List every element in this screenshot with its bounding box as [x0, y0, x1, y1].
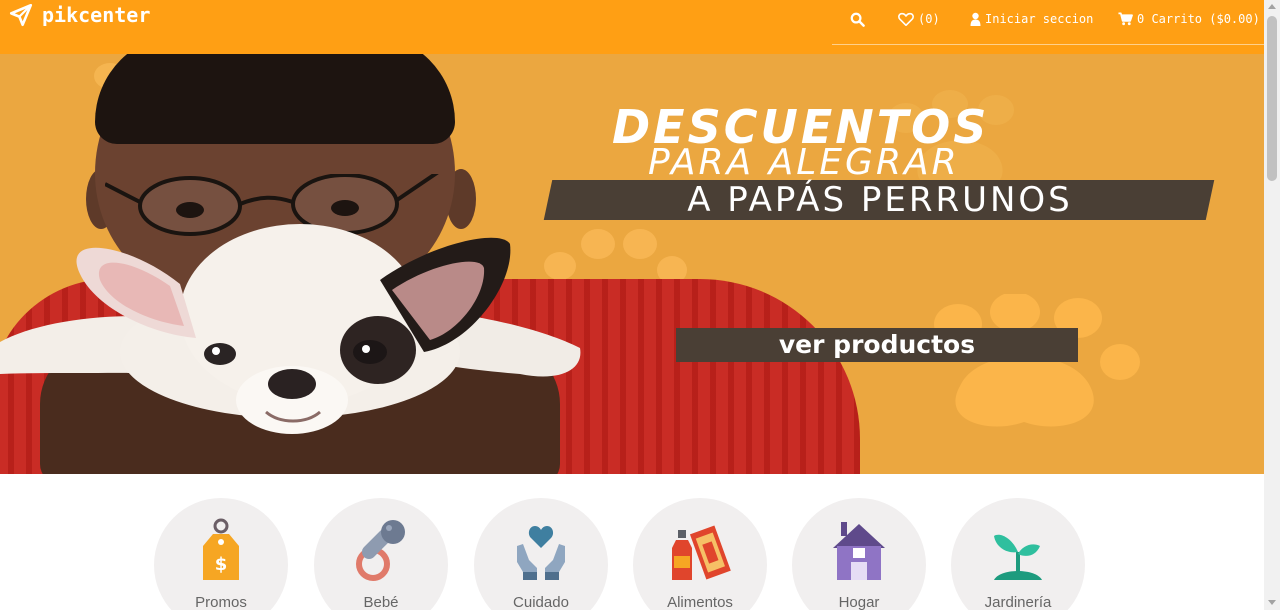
- category-label: Cuidado: [513, 594, 569, 610]
- pacifier-icon: [353, 518, 409, 587]
- category-alimentos[interactable]: Alimentos: [633, 498, 767, 610]
- hero-headline-tertiary: A PAPÁS PERRUNOS: [687, 180, 1073, 220]
- category-promos[interactable]: $ Promos: [154, 498, 288, 610]
- category-jardineria[interactable]: Jardinería: [951, 498, 1085, 610]
- category-hogar[interactable]: Hogar: [792, 498, 926, 610]
- scroll-up-arrow[interactable]: [1268, 4, 1276, 9]
- food-icon: [668, 518, 732, 587]
- heart-hands-icon: [513, 518, 569, 587]
- category-label: Promos: [195, 594, 247, 610]
- model-hair: [95, 54, 455, 144]
- cart-label: 0 Carrito ($0.00): [1137, 12, 1260, 26]
- paper-plane-icon: [8, 2, 34, 28]
- category-label: Alimentos: [667, 594, 733, 610]
- scrollbar-thumb[interactable]: [1267, 16, 1277, 181]
- navbar: pikcenter (0) Iniciar seccion 0 Carrito …: [0, 0, 1264, 54]
- category-label: Bebé: [363, 594, 399, 610]
- svg-text:$: $: [215, 554, 228, 575]
- sprout-icon: [990, 518, 1046, 587]
- nav-right: (0) Iniciar seccion 0 Carrito ($0.00): [832, 0, 1264, 45]
- search-icon: [850, 12, 865, 27]
- house-icon: [831, 518, 887, 587]
- category-label: Hogar: [838, 594, 880, 610]
- page: pikcenter (0) Iniciar seccion 0 Carrito …: [0, 0, 1280, 610]
- wishlist-count: (0): [918, 12, 940, 26]
- category-bebe[interactable]: Bebé: [314, 498, 448, 610]
- category-label: Jardinería: [984, 594, 1052, 610]
- ver-productos-button[interactable]: ver productos: [676, 328, 1078, 362]
- puppy-illustration: [0, 224, 581, 434]
- login-link[interactable]: Iniciar seccion: [970, 12, 1093, 26]
- wishlist-link[interactable]: (0): [898, 12, 940, 26]
- hero-banner[interactable]: DESCUENTOS PARA ALEGRAR A PAPÁS PERRUNOS…: [0, 54, 1264, 474]
- search-button[interactable]: [850, 12, 865, 27]
- brand-link[interactable]: pikcenter: [8, 2, 150, 28]
- brand-name: pikcenter: [42, 3, 151, 27]
- paw-print-decoration: [934, 294, 1140, 427]
- price-tag-icon: $: [197, 518, 245, 587]
- hero-headline-secondary: PARA ALEGRAR: [648, 142, 960, 183]
- scroll-down-arrow[interactable]: [1268, 600, 1276, 605]
- user-icon: [970, 12, 981, 26]
- cart-icon: [1118, 12, 1133, 26]
- category-cuidado[interactable]: Cuidado: [474, 498, 608, 610]
- heart-icon: [898, 12, 914, 26]
- category-list: $ Promos Bebé Cuidado Alimentos Hogar Ja…: [0, 474, 1264, 610]
- login-label: Iniciar seccion: [985, 12, 1094, 26]
- cart-link[interactable]: 0 Carrito ($0.00): [1118, 12, 1260, 26]
- vertical-scrollbar[interactable]: [1264, 0, 1280, 610]
